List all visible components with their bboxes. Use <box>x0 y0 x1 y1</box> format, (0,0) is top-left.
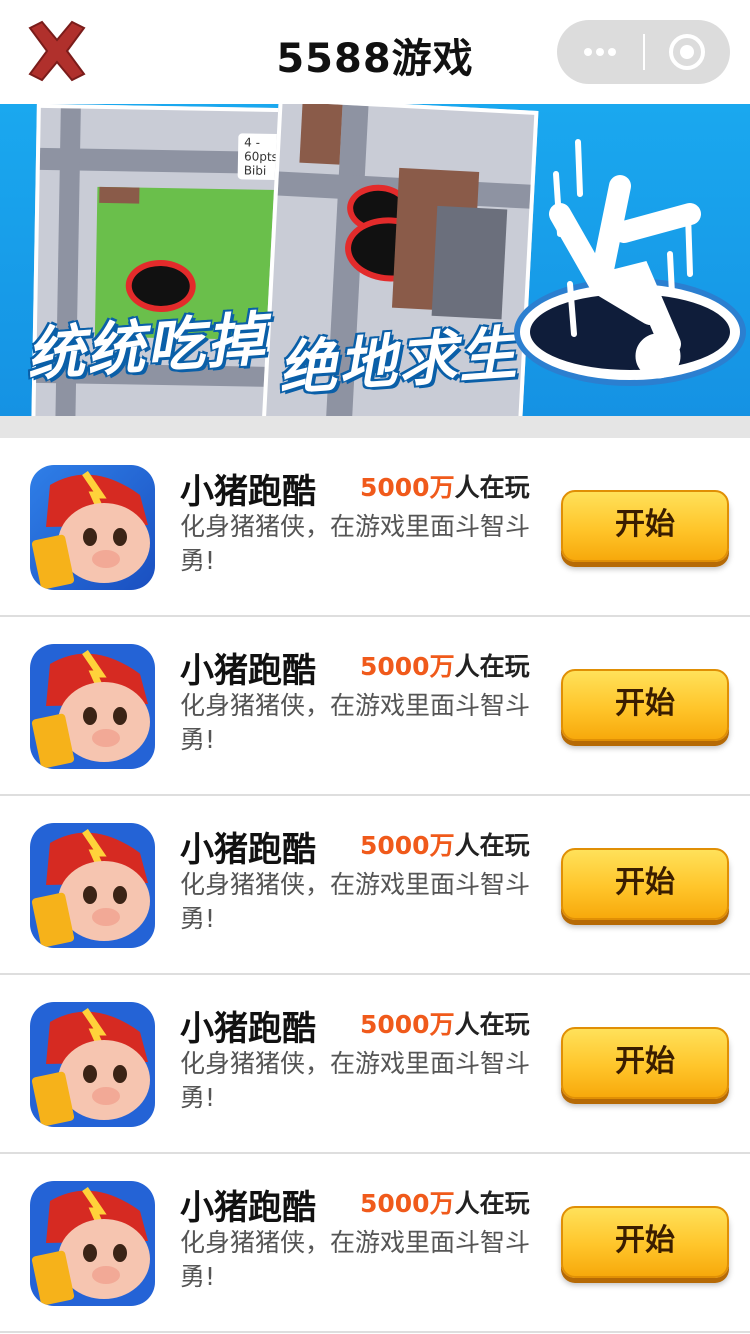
game-icon[interactable] <box>30 644 155 769</box>
game-icon[interactable] <box>30 1181 155 1306</box>
start-button[interactable]: 开始 <box>561 848 729 920</box>
game-name: 小猪跑酷 <box>180 830 316 870</box>
mini-program-capsule <box>557 20 730 84</box>
exit-mini-program-button[interactable] <box>645 20 730 84</box>
list-item[interactable]: 小猪跑酷 5000万人在玩 化身猪猪侠，在游戏里面斗智斗勇! 开始 <box>0 796 750 975</box>
section-divider <box>0 416 750 438</box>
banner-slogan-right: 绝地求生 <box>276 318 521 404</box>
player-count-number: 5000万 <box>360 1189 455 1218</box>
list-item[interactable]: 小猪跑酷 5000万人在玩 化身猪猪侠，在游戏里面斗智斗勇! 开始 <box>0 975 750 1154</box>
banner-slogan-left: 统统吃掉 <box>24 304 269 390</box>
game-icon[interactable] <box>30 465 155 590</box>
player-count: 5000万人在玩 <box>360 1005 530 1041</box>
player-count-number: 5000万 <box>360 831 455 860</box>
game-list: 小猪跑酷 5000万人在玩 化身猪猪侠，在游戏里面斗智斗勇! 开始 小猪跑酷 5… <box>0 438 750 1333</box>
game-icon[interactable] <box>30 1002 155 1127</box>
start-button[interactable]: 开始 <box>561 669 729 741</box>
pig-hero-icon <box>30 823 155 948</box>
falling-person-icon <box>549 139 701 379</box>
player-count-suffix: 人在玩 <box>454 831 530 860</box>
pig-hero-icon <box>30 465 155 590</box>
player-count-suffix: 人在玩 <box>454 1189 530 1218</box>
game-description: 化身猪猪侠，在游戏里面斗智斗勇! <box>180 1049 531 1112</box>
list-item[interactable]: 小猪跑酷 5000万人在玩 化身猪猪侠，在游戏里面斗智斗勇! 开始 <box>0 1154 750 1333</box>
player-count: 5000万人在玩 <box>360 1184 530 1220</box>
game-name: 小猪跑酷 <box>180 1188 316 1228</box>
game-name: 小猪跑酷 <box>180 1009 316 1049</box>
start-button[interactable]: 开始 <box>561 490 729 562</box>
player-count-suffix: 人在玩 <box>454 1010 530 1039</box>
list-item[interactable]: 小猪跑酷 5000万人在玩 化身猪猪侠，在游戏里面斗智斗勇! 开始 <box>0 438 750 617</box>
player-count: 5000万人在玩 <box>360 826 530 862</box>
list-item[interactable]: 小猪跑酷 5000万人在玩 化身猪猪侠，在游戏里面斗智斗勇! 开始 <box>0 617 750 796</box>
game-description: 化身猪猪侠，在游戏里面斗智斗勇! <box>180 691 531 754</box>
game-name: 小猪跑酷 <box>180 651 316 691</box>
game-description: 化身猪猪侠，在游戏里面斗智斗勇! <box>180 870 531 933</box>
player-count-suffix: 人在玩 <box>454 473 530 502</box>
player-count: 5000万人在玩 <box>360 647 530 683</box>
top-bar: 5588游戏 <box>0 0 750 104</box>
player-count-number: 5000万 <box>360 1010 455 1039</box>
game-description: 化身猪猪侠，在游戏里面斗智斗勇! <box>180 1228 531 1291</box>
player-count-number: 5000万 <box>360 652 455 681</box>
pig-hero-icon <box>30 1181 155 1306</box>
player-count-suffix: 人在玩 <box>454 652 530 681</box>
start-button[interactable]: 开始 <box>561 1027 729 1099</box>
pig-hero-icon <box>30 644 155 769</box>
game-name: 小猪跑酷 <box>180 472 316 512</box>
game-icon[interactable] <box>30 823 155 948</box>
more-button[interactable] <box>557 20 643 84</box>
pig-hero-icon <box>30 1002 155 1127</box>
promo-banner[interactable]: 4 - 60pts Bibi 统统吃掉 绝地求生 <box>0 104 750 416</box>
start-button[interactable]: 开始 <box>561 1206 729 1278</box>
game-description: 化身猪猪侠，在游戏里面斗智斗勇! <box>180 512 531 575</box>
player-count: 5000万人在玩 <box>360 468 530 504</box>
player-count-number: 5000万 <box>360 473 455 502</box>
